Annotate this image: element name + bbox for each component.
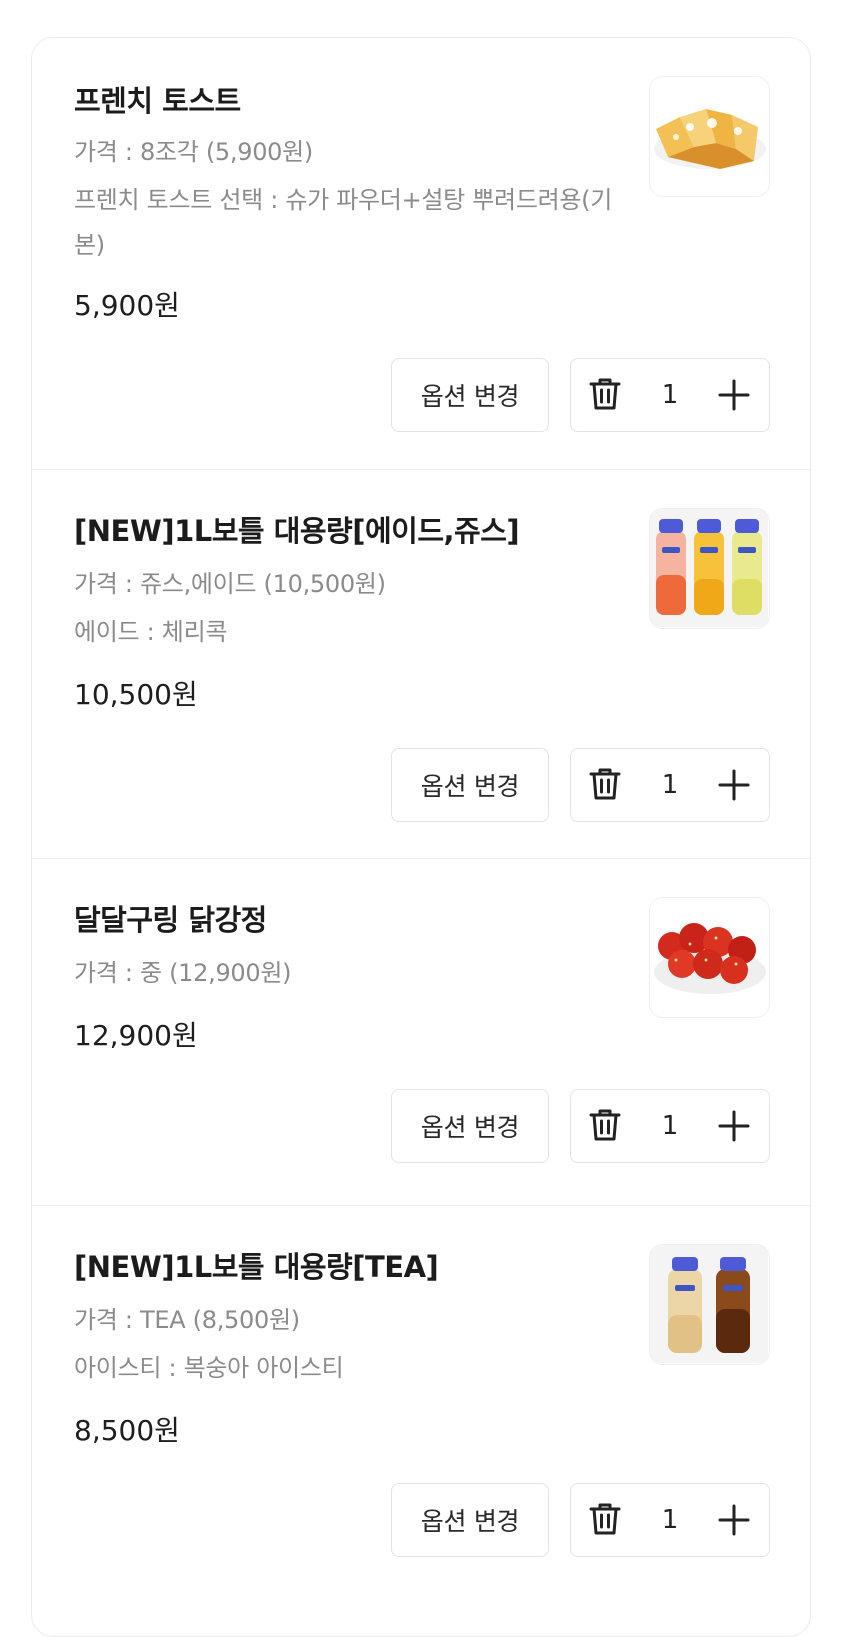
item-option: 가격 : 중 (12,900원) <box>74 959 292 987</box>
french-toast-image <box>649 76 770 197</box>
cart-list: 프렌치 토스트 가격 : 8조각 (5,900원) 프렌치 토스트 선택 : 슈… <box>31 37 811 1637</box>
item-price: 10,500원 <box>74 678 198 711</box>
change-option-button[interactable]: 옵션 변경 <box>391 1089 549 1163</box>
item-price: 8,500원 <box>74 1414 180 1447</box>
item-option: 가격 : 8조각 (5,900원) <box>74 138 313 166</box>
item-price: 5,900원 <box>74 289 180 322</box>
cart-item-dakgangjeong: 달달구링 닭강정 가격 : 중 (12,900원) 12,900원 옵션 변경 … <box>32 858 810 1206</box>
quantity-stepper: 1 <box>570 1089 770 1163</box>
item-name: [NEW]1L보틀 대용량[TEA] <box>74 1250 439 1284</box>
trash-icon[interactable] <box>587 1107 623 1143</box>
trash-icon[interactable] <box>587 376 623 412</box>
plus-icon[interactable] <box>717 768 751 802</box>
change-option-button[interactable]: 옵션 변경 <box>391 358 549 432</box>
item-option: 아이스티 : 복숭아 아이스티 <box>74 1354 344 1382</box>
quantity-value: 1 <box>661 1111 679 1141</box>
quantity-value: 1 <box>661 380 679 410</box>
plus-icon[interactable] <box>717 1503 751 1537</box>
quantity-stepper: 1 <box>570 1483 770 1557</box>
cart-item-french-toast: 프렌치 토스트 가격 : 8조각 (5,900원) 프렌치 토스트 선택 : 슈… <box>32 38 810 469</box>
item-name: 달달구링 닭강정 <box>74 903 267 937</box>
item-name: 프렌치 토스트 <box>74 84 241 118</box>
tea-bottles-image <box>649 1244 770 1365</box>
item-option: 가격 : 쥬스,에이드 (10,500원) <box>74 570 386 598</box>
item-option: 프렌치 토스트 선택 : 슈가 파우더+설탕 뿌려드려용(기본) <box>74 186 613 259</box>
item-name: [NEW]1L보틀 대용량[에이드,쥬스] <box>74 514 520 548</box>
quantity-stepper: 1 <box>570 358 770 432</box>
quantity-value: 1 <box>661 1505 679 1535</box>
trash-icon[interactable] <box>587 1501 623 1537</box>
change-option-button[interactable]: 옵션 변경 <box>391 1483 549 1557</box>
trash-icon[interactable] <box>587 766 623 802</box>
juice-bottles-image <box>649 508 770 629</box>
item-price: 12,900원 <box>74 1019 198 1052</box>
plus-icon[interactable] <box>717 1109 751 1143</box>
cart-item-juice-bottle: [NEW]1L보틀 대용량[에이드,쥬스] 가격 : 쥬스,에이드 (10,50… <box>32 469 810 859</box>
plus-icon[interactable] <box>717 378 751 412</box>
quantity-value: 1 <box>661 770 679 800</box>
quantity-stepper: 1 <box>570 748 770 822</box>
item-option: 에이드 : 체리콕 <box>74 618 228 646</box>
dakgangjeong-image <box>649 897 770 1018</box>
cart-item-tea-bottle: [NEW]1L보틀 대용량[TEA] 가격 : TEA (8,500원) 아이스… <box>32 1205 810 1606</box>
change-option-button[interactable]: 옵션 변경 <box>391 748 549 822</box>
item-option: 가격 : TEA (8,500원) <box>74 1306 300 1334</box>
